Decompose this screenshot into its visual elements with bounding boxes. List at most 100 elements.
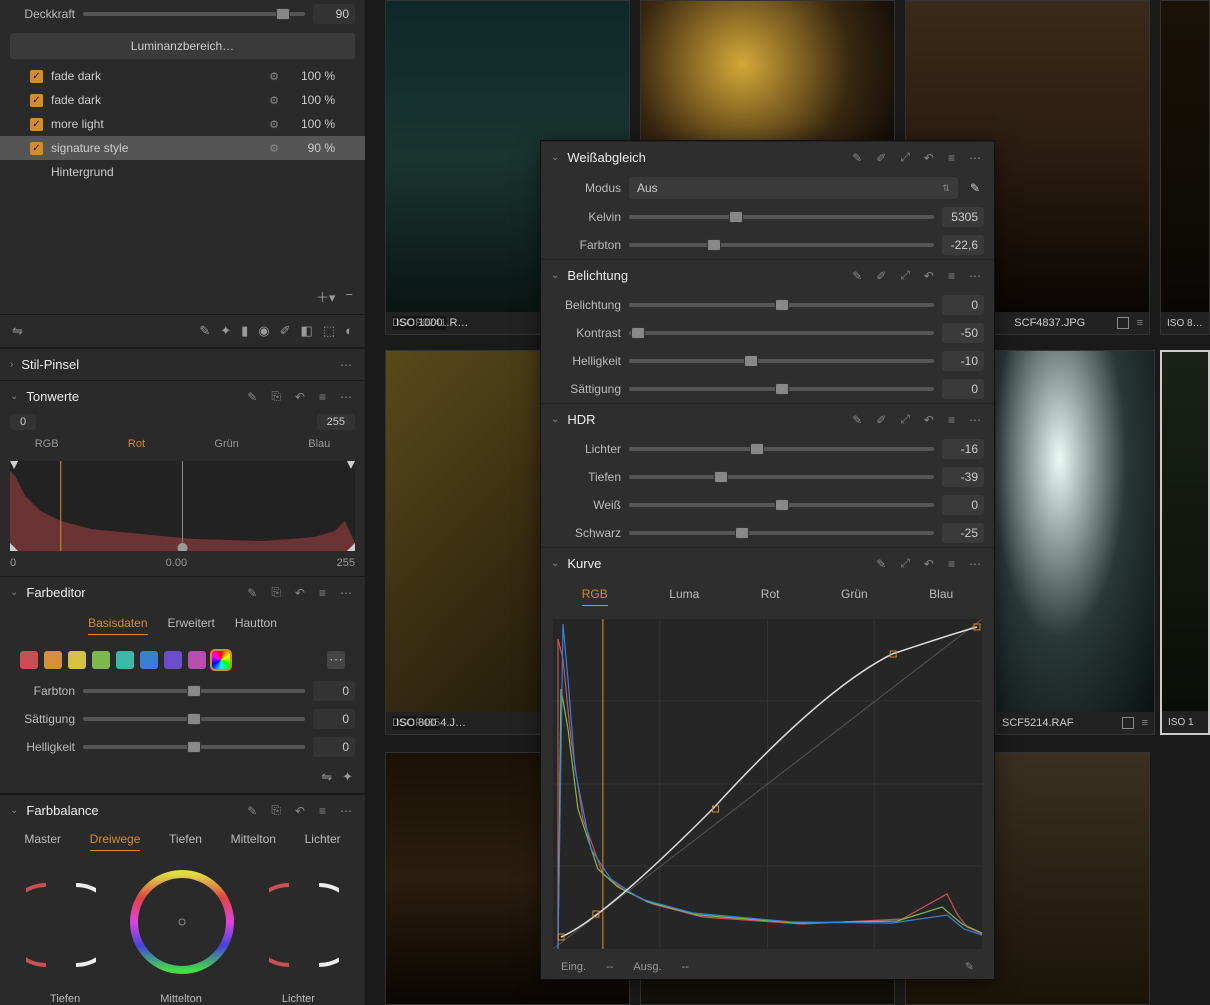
levels-min[interactable]: 0 bbox=[10, 414, 36, 430]
swatch-red[interactable] bbox=[20, 651, 38, 669]
more-icon[interactable]: ⋯ bbox=[966, 413, 984, 427]
belichtung-value[interactable]: 0 bbox=[942, 295, 984, 315]
undo-icon[interactable]: ↶ bbox=[292, 804, 308, 818]
copy-icon[interactable]: ⎘ bbox=[268, 585, 284, 600]
pen-icon[interactable]: ✐ bbox=[873, 269, 889, 283]
chevron-down-icon[interactable]: ⌄ bbox=[551, 152, 559, 163]
layer-item[interactable]: ✓ fade dark ⚙ 100 % bbox=[0, 88, 365, 112]
levels-gamma[interactable]: 0.00 bbox=[166, 557, 187, 569]
layer-item[interactable]: ✓ signature style ⚙ 90 % bbox=[0, 136, 365, 160]
undo-icon[interactable]: ↶ bbox=[921, 269, 937, 283]
mask-icon[interactable]: ⬚ bbox=[323, 323, 335, 339]
more-icon[interactable]: ⋯ bbox=[337, 804, 355, 818]
helligkeit-slider[interactable] bbox=[629, 359, 934, 363]
chevron-down-icon[interactable]: ⌄ bbox=[10, 391, 18, 402]
tab-blau[interactable]: Blau bbox=[300, 436, 338, 452]
brush-icon[interactable]: ✐ bbox=[280, 323, 291, 339]
helligkeit-value[interactable]: 0 bbox=[313, 737, 355, 757]
swatch-blue[interactable] bbox=[140, 651, 158, 669]
tiefen-slider[interactable] bbox=[629, 475, 934, 479]
layer-checkbox[interactable]: ✓ bbox=[30, 94, 43, 107]
schwarz-value[interactable]: -25 bbox=[942, 523, 984, 543]
radial-icon[interactable]: ◉ bbox=[258, 323, 269, 339]
expand-icon[interactable]: ⤢ bbox=[897, 150, 913, 165]
tab-basisdaten[interactable]: Basisdaten bbox=[88, 616, 147, 635]
tab-gruen[interactable]: Grün bbox=[841, 587, 868, 606]
rating-badge[interactable] bbox=[1117, 317, 1129, 329]
chevron-down-icon[interactable]: ⌄ bbox=[10, 805, 18, 816]
tab-rot[interactable]: Rot bbox=[120, 436, 153, 452]
auto-icon[interactable]: ✎ bbox=[244, 390, 260, 404]
chevron-down-icon[interactable]: ⌄ bbox=[551, 414, 559, 425]
tab-rot[interactable]: Rot bbox=[761, 587, 780, 606]
invert-icon[interactable]: ◐ bbox=[345, 323, 353, 339]
auto-icon[interactable]: ✎ bbox=[849, 413, 865, 427]
add-icon[interactable]: ＋▾ bbox=[316, 287, 336, 306]
layer-checkbox[interactable]: ✓ bbox=[30, 118, 43, 131]
undo-icon[interactable]: ↶ bbox=[921, 413, 937, 427]
schwarz-slider[interactable] bbox=[629, 531, 934, 535]
deckkraft-slider[interactable] bbox=[83, 12, 305, 16]
adjustments-icon[interactable]: ⚙ bbox=[269, 142, 279, 155]
menu-icon[interactable]: ≡ bbox=[316, 390, 329, 404]
tab-mittelton[interactable]: Mittelton bbox=[231, 832, 276, 851]
menu-icon[interactable]: ≡ bbox=[316, 586, 329, 600]
saettigung-value[interactable]: 0 bbox=[313, 709, 355, 729]
swap-icon[interactable]: ⇋ bbox=[321, 769, 332, 785]
swatch-aqua[interactable] bbox=[116, 651, 134, 669]
auto-icon[interactable]: ✎ bbox=[849, 151, 865, 165]
levels-out-min[interactable]: 0 bbox=[10, 557, 16, 569]
more-icon[interactable]: ⋯ bbox=[966, 557, 984, 571]
more-icon[interactable]: ⋯ bbox=[337, 586, 355, 600]
lichter-wheel[interactable] bbox=[269, 870, 339, 975]
tab-gruen[interactable]: Grün bbox=[206, 436, 246, 452]
layer-item[interactable]: ✓ fade dark ⚙ 100 % bbox=[0, 64, 365, 88]
kelvin-slider[interactable] bbox=[629, 215, 934, 219]
auto-icon[interactable]: ✎ bbox=[244, 804, 260, 818]
helligkeit-value[interactable]: -10 bbox=[942, 351, 984, 371]
hintergrund-item[interactable]: Hintergrund bbox=[0, 160, 365, 184]
rating-badge[interactable] bbox=[1122, 717, 1134, 729]
layer-checkbox[interactable]: ✓ bbox=[30, 70, 43, 83]
tab-tiefen[interactable]: Tiefen bbox=[169, 832, 202, 851]
modus-dropdown[interactable]: Aus ⇅ bbox=[629, 177, 958, 199]
undo-icon[interactable]: ↶ bbox=[292, 390, 308, 404]
more-swatches-button[interactable]: ⋯ bbox=[327, 651, 345, 669]
levels-histogram[interactable] bbox=[10, 461, 355, 551]
tab-hautton[interactable]: Hautton bbox=[235, 616, 277, 635]
more-icon[interactable]: ⋯ bbox=[966, 151, 984, 165]
swatch-purple[interactable] bbox=[164, 651, 182, 669]
chevron-down-icon[interactable]: ⌄ bbox=[551, 270, 559, 281]
expand-icon[interactable]: ⤢ bbox=[897, 412, 913, 427]
thumbnail-selected[interactable]: ISO 1 bbox=[1160, 350, 1210, 735]
menu-icon[interactable]: ≡ bbox=[945, 557, 958, 571]
more-icon[interactable]: ⋯ bbox=[966, 269, 984, 283]
chevron-icon[interactable]: › bbox=[10, 359, 13, 370]
eyedropper-icon[interactable]: ✎ bbox=[966, 181, 984, 195]
kelvin-value[interactable]: 5305 bbox=[942, 207, 984, 227]
swatch-magenta[interactable] bbox=[188, 651, 206, 669]
adjustments-icon[interactable]: ⚙ bbox=[269, 94, 279, 107]
layer-item[interactable]: ✓ more light ⚙ 100 % bbox=[0, 112, 365, 136]
thumbnail[interactable]: ISO 8… bbox=[1160, 0, 1210, 335]
copy-icon[interactable]: ⎘ bbox=[268, 389, 284, 404]
undo-icon[interactable]: ↶ bbox=[921, 151, 937, 165]
lichter-value[interactable]: -16 bbox=[942, 439, 984, 459]
farbton-slider[interactable] bbox=[83, 689, 305, 693]
menu-icon[interactable]: ≡ bbox=[945, 151, 958, 165]
expand-icon[interactable]: ⤢ bbox=[897, 268, 913, 283]
eyedropper-icon[interactable]: ✎ bbox=[199, 323, 210, 339]
luminanzbereich-button[interactable]: Luminanzbereich… bbox=[10, 33, 355, 59]
auto-icon[interactable]: ✎ bbox=[873, 557, 889, 571]
more-icon[interactable]: ⋯ bbox=[337, 358, 355, 372]
menu-icon[interactable]: ≡ bbox=[316, 804, 329, 818]
kontrast-slider[interactable] bbox=[629, 331, 934, 335]
tab-rgb[interactable]: RGB bbox=[27, 436, 67, 452]
menu-icon[interactable]: ≡ bbox=[1137, 317, 1143, 329]
saettigung-value[interactable]: 0 bbox=[942, 379, 984, 399]
undo-icon[interactable]: ↶ bbox=[921, 557, 937, 571]
tab-rgb[interactable]: RGB bbox=[582, 587, 608, 606]
levels-max[interactable]: 255 bbox=[317, 414, 355, 430]
farbton-value[interactable]: 0 bbox=[313, 681, 355, 701]
curve-plot[interactable] bbox=[553, 619, 982, 949]
